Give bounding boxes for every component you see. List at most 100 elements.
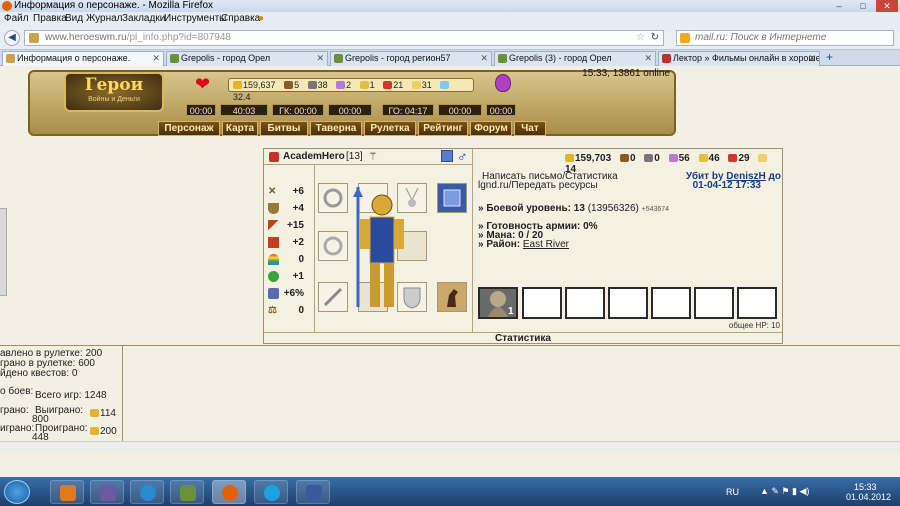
total-hp: общее HP: 10 xyxy=(728,321,780,330)
slot-mount[interactable] xyxy=(437,282,467,312)
army-count: 1 xyxy=(508,306,514,317)
taskbar-internet-explorer[interactable] xyxy=(130,480,164,504)
slot-weapon[interactable] xyxy=(318,282,348,312)
window-icon xyxy=(306,485,322,501)
start-button[interactable] xyxy=(4,480,30,504)
menu-roulette[interactable]: Рулетка xyxy=(364,121,416,136)
minimize-button[interactable]: – xyxy=(828,0,850,12)
taskbar-media-player[interactable] xyxy=(50,480,84,504)
taskbar-app-2[interactable] xyxy=(296,480,330,504)
taskbar-grepolis[interactable] xyxy=(170,480,204,504)
menu-map[interactable]: Карта xyxy=(222,121,258,136)
close-button[interactable]: ✕ xyxy=(876,0,898,12)
statistics-header[interactable]: Статистика xyxy=(264,332,782,344)
game-logo[interactable]: Герои Войны и Деньги xyxy=(64,72,164,112)
tab-close-icon[interactable]: ✕ xyxy=(808,52,816,65)
tray-time: 15:33 xyxy=(854,482,877,492)
tab-close-icon[interactable]: ✕ xyxy=(152,52,160,65)
search-engine-icon[interactable] xyxy=(680,33,690,43)
tab-lector[interactable]: Лектор » Фильмы онлайн в хороше... ✕ xyxy=(658,51,820,66)
new-tab-button[interactable]: + xyxy=(826,50,833,64)
tab-grepolis-region[interactable]: Grepolis - город регион57 ✕ xyxy=(330,51,492,66)
hero-figure xyxy=(352,183,412,311)
url-bar[interactable]: www.heroeswm.ru/pl_info.php?id=807948 ☆ … xyxy=(24,30,664,46)
menu-tools[interactable]: Инструменты xyxy=(164,12,226,26)
menu-battles[interactable]: Битвы xyxy=(260,121,308,136)
tab-grepolis-orel[interactable]: Grepolis - город Орел ✕ xyxy=(166,51,328,66)
menu-history[interactable]: Журнал xyxy=(86,12,123,26)
search-input[interactable]: mail.ru: Поиск в Интернете xyxy=(676,30,894,46)
slot-ring-2[interactable] xyxy=(318,231,348,261)
bookmark-star-icon[interactable]: ☆ xyxy=(636,31,645,45)
menu-forum[interactable]: Форум xyxy=(470,121,512,136)
stat-initiative: +6% xyxy=(266,287,312,301)
menu-view[interactable]: Вид xyxy=(65,12,83,26)
ring-icon xyxy=(323,188,343,208)
navigation-toolbar: ◀ www.heroeswm.ru/pl_info.php?id=807948 … xyxy=(0,26,900,50)
army-slot-3[interactable] xyxy=(565,287,605,319)
sword-icon xyxy=(323,287,343,307)
slot-spellbook[interactable] xyxy=(437,183,467,213)
taskbar-firefox[interactable] xyxy=(212,480,246,504)
tab-close-icon[interactable]: ✕ xyxy=(644,52,652,65)
stat-luck: +1 xyxy=(266,270,312,284)
menu-help[interactable]: Справка xyxy=(221,12,260,26)
tab-close-icon[interactable]: ✕ xyxy=(480,52,488,65)
army-slot-4[interactable] xyxy=(608,287,648,319)
menu-character[interactable]: Персонаж xyxy=(158,121,220,136)
tab-character-info[interactable]: Информация о персонаже. ✕ xyxy=(2,51,164,66)
gold-value: 159,637 xyxy=(243,80,276,90)
horizontal-scrollbar[interactable] xyxy=(0,441,900,451)
menu-file[interactable]: Файл xyxy=(4,12,29,26)
side-scroll-handle[interactable] xyxy=(0,208,7,296)
maximize-button[interactable]: □ xyxy=(852,0,874,12)
won-label: грано: xyxy=(0,405,29,416)
spellbook-icon[interactable] xyxy=(441,150,453,162)
gems-value: 31 xyxy=(421,80,432,90)
tray-icons[interactable]: ▲ ✎ ⚑ ▮ ◀) xyxy=(760,486,809,497)
army-slot-2[interactable] xyxy=(522,287,562,319)
tab-favicon xyxy=(6,54,15,63)
male-gender-icon: ♂ xyxy=(457,148,468,164)
rainbow-icon xyxy=(268,254,279,265)
quests-done: йдено квестов: 0 xyxy=(0,368,78,379)
window-title: Информация о персонаже. - Mozilla Firefo… xyxy=(14,0,214,11)
horse-icon xyxy=(447,289,458,307)
menu-tavern[interactable]: Таверна xyxy=(310,121,362,136)
slot-ring-1[interactable] xyxy=(318,183,348,213)
gems-icon xyxy=(411,81,421,89)
combat-extra: +543674 xyxy=(641,206,670,213)
menu-chat[interactable]: Чат xyxy=(514,121,546,136)
lost-gold-value: 200 xyxy=(100,426,117,437)
taskbar-app[interactable] xyxy=(90,480,124,504)
app-icon xyxy=(100,485,116,501)
army-slot-7[interactable] xyxy=(737,287,777,319)
army-slot-5[interactable] xyxy=(651,287,691,319)
potion-icon xyxy=(268,288,279,299)
stat-knowledge: +2 xyxy=(266,236,312,250)
menu-bookmarks[interactable]: Закладки xyxy=(122,12,165,26)
crystal-value: 21 xyxy=(393,80,404,90)
timer-1: 00:00 xyxy=(186,104,216,116)
back-button[interactable]: ◀ xyxy=(4,30,20,46)
transfer-link[interactable]: lgnd.ru/Передать ресурсы xyxy=(478,180,598,191)
url-host: www.heroeswm.ru xyxy=(45,32,127,43)
language-indicator[interactable]: RU xyxy=(726,487,739,497)
sulfur-value: 1 xyxy=(369,80,375,90)
tab-close-icon[interactable]: ✕ xyxy=(316,52,324,65)
stats-divider xyxy=(122,346,123,442)
reload-icon[interactable]: ↻ xyxy=(651,31,659,45)
menu-edit[interactable]: Правка xyxy=(33,12,67,26)
tab-favicon xyxy=(498,54,507,63)
army-slot-1[interactable]: 1 xyxy=(478,287,518,319)
menu-rating[interactable]: Рейтинг xyxy=(418,121,468,136)
district-link[interactable]: East River xyxy=(523,239,569,250)
army-slot-6[interactable] xyxy=(694,287,734,319)
lost-label: играно: xyxy=(0,423,35,434)
total-games: Всего игр: 1248 xyxy=(35,390,107,401)
tab-grepolis-3[interactable]: Grepolis (3) - город Орел ✕ xyxy=(494,51,656,66)
ore-icon xyxy=(307,81,317,89)
panel-divider xyxy=(472,149,473,332)
clan-badge-icon[interactable] xyxy=(269,152,279,162)
taskbar-skype[interactable] xyxy=(254,480,288,504)
